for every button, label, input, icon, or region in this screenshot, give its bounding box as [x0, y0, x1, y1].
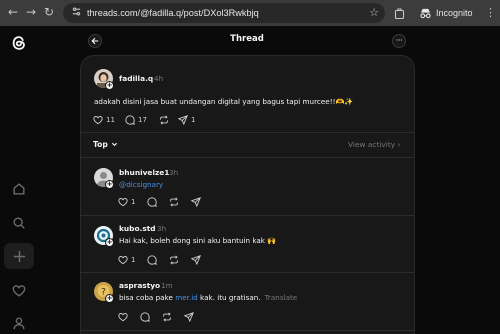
heart-icon [118, 313, 128, 322]
divider [81, 330, 414, 331]
heart-icon [93, 116, 103, 125]
comment-icon [147, 197, 157, 207]
repost-icon [163, 312, 171, 322]
view-activity-link[interactable]: View activity › [348, 140, 400, 149]
url-text[interactable]: threads.com/@fadilla.q/post/DXol3Rwkbjq [87, 3, 259, 23]
reply-time: 1m [161, 281, 173, 290]
reload-icon[interactable]: ↻ [41, 4, 57, 20]
chevron-right-icon: › [397, 140, 401, 149]
extensions-icon[interactable] [394, 5, 408, 20]
chevron-down-icon [111, 142, 117, 147]
repost-button[interactable] [159, 114, 169, 126]
sort-label: Top [93, 140, 108, 149]
share-button[interactable] [184, 311, 194, 323]
follow-plus-icon[interactable]: + [105, 180, 114, 189]
arrow-left-icon [91, 37, 99, 45]
send-icon [191, 255, 201, 265]
heart-icon [118, 256, 128, 265]
reply-link[interactable]: mer.id [175, 293, 198, 302]
share-button[interactable] [191, 196, 201, 208]
bookmark-star-icon[interactable]: ☆ [369, 5, 379, 21]
reply-count: 17 [138, 116, 147, 124]
reply-text-before: bisa coba pake [119, 293, 176, 302]
divider [81, 132, 414, 133]
reply-text: Hai kak, boleh dong sini aku bantuin kak… [119, 236, 277, 245]
post-time: 4h [154, 74, 164, 83]
reply-username[interactable]: asprastyo [119, 281, 160, 290]
repost-icon [170, 197, 178, 207]
like-button[interactable]: 1 [118, 196, 135, 208]
reply-button[interactable] [140, 311, 150, 323]
reply-username[interactable]: bhunivelze1 [119, 168, 169, 177]
thread-more-button[interactable]: ··· [392, 34, 406, 48]
comment-icon [147, 255, 157, 265]
threads-logo-icon[interactable] [10, 34, 28, 52]
divider [81, 272, 414, 273]
like-count: 1 [131, 198, 136, 206]
incognito-label: Incognito [436, 8, 473, 18]
follow-plus-icon[interactable]: + [105, 294, 114, 303]
view-activity-label: View activity [348, 140, 396, 149]
like-button[interactable]: 1 [118, 254, 135, 266]
back-button[interactable] [88, 34, 102, 48]
translate-link[interactable]: Translate [265, 293, 298, 302]
reply-text-after: kak. itu gratisan. [197, 293, 261, 302]
reply-mention-link[interactable]: @dicsignary [119, 180, 163, 189]
share-button[interactable] [191, 254, 201, 266]
browser-menu-icon[interactable]: ⋮ [485, 5, 496, 21]
page-title: Thread [230, 34, 264, 44]
divider [81, 157, 414, 158]
share-button[interactable]: 1 [178, 114, 195, 126]
site-info-icon[interactable] [69, 6, 83, 20]
reply-time: 3h [157, 224, 167, 233]
like-count: 1 [131, 256, 136, 264]
like-button[interactable] [118, 311, 128, 323]
send-icon [178, 115, 188, 125]
repost-icon [170, 255, 178, 265]
comment-icon [140, 312, 150, 322]
more-dots-icon: ··· [395, 36, 403, 45]
send-icon [191, 197, 201, 207]
follow-plus-icon[interactable]: + [105, 81, 114, 90]
reply-button[interactable]: 17 [125, 114, 147, 126]
repost-icon [160, 115, 168, 125]
reply-text: bisa coba pake mer.id kak. itu gratisan.… [119, 293, 297, 302]
reply-username[interactable]: kubo.std [119, 224, 156, 233]
back-icon[interactable]: ← [5, 4, 21, 20]
nav-home-icon[interactable] [8, 178, 30, 200]
incognito-indicator[interactable]: Incognito [415, 3, 479, 23]
divider [81, 215, 414, 216]
thread-panel: + fadilla.q 4h adakah disini jasa buat u… [80, 55, 415, 334]
like-button[interactable]: 11 [93, 114, 115, 126]
reply-time: 3h [169, 168, 179, 177]
repost-button[interactable] [169, 254, 179, 266]
sort-dropdown[interactable]: Top [93, 140, 118, 149]
browser-toolbar: ← → ↻ threads.com/@fadilla.q/post/DXol3R… [0, 0, 500, 26]
post-username[interactable]: fadilla.q [119, 74, 153, 83]
heart-icon [118, 198, 128, 207]
repost-button[interactable] [162, 311, 172, 323]
send-icon [184, 312, 194, 322]
address-bar[interactable]: threads.com/@fadilla.q/post/DXol3Rwkbjq … [63, 3, 385, 23]
comment-icon [125, 115, 135, 125]
reply-button[interactable] [147, 254, 157, 266]
nav-activity-heart-icon[interactable] [8, 280, 30, 302]
incognito-icon [420, 8, 431, 18]
post-text: adakah disini jasa buat undangan digital… [94, 97, 354, 106]
nav-profile-icon[interactable] [8, 312, 30, 334]
repost-button[interactable] [169, 196, 179, 208]
nav-create-icon[interactable] [4, 243, 34, 269]
like-count: 11 [106, 116, 115, 124]
follow-plus-icon[interactable]: + [105, 238, 114, 247]
forward-icon[interactable]: → [23, 4, 39, 20]
reply-button[interactable] [147, 196, 157, 208]
nav-search-icon[interactable] [8, 212, 30, 234]
share-count: 1 [191, 116, 196, 124]
